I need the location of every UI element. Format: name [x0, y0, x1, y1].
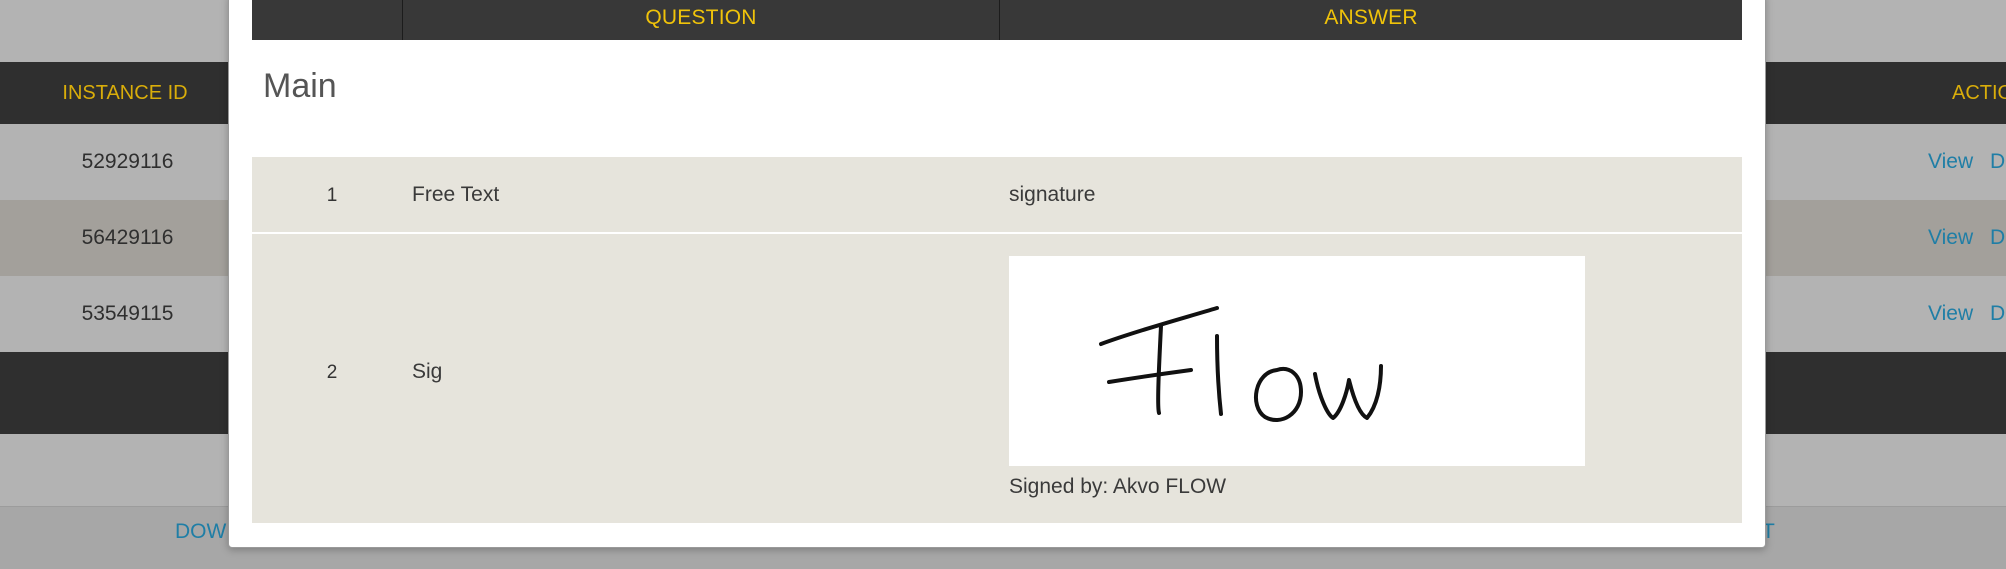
- download-link[interactable]: DOW: [175, 506, 226, 558]
- question-text: Sig: [412, 360, 443, 383]
- instance-id-cell: 52929116: [81, 150, 174, 173]
- view-link[interactable]: View: [1928, 200, 1973, 276]
- view-link[interactable]: View: [1928, 276, 1973, 352]
- instance-id-cell: 56429116: [81, 226, 174, 249]
- question-number: 1: [326, 185, 338, 206]
- signed-by-text: Signed by: Akvo FLOW: [1009, 475, 1227, 498]
- instance-id-cell: 53549115: [81, 302, 174, 325]
- delete-link[interactable]: D: [1990, 124, 2005, 200]
- question-row: 2 Sig Signed by: Akvo FLOW: [252, 234, 1742, 523]
- column-header-action: ACTIO: [1952, 81, 2006, 104]
- delete-link[interactable]: D: [1990, 276, 2005, 352]
- view-link[interactable]: View: [1928, 124, 1973, 200]
- question-row: 1 Free Text signature: [252, 157, 1742, 232]
- signature-drawing: [1099, 306, 1383, 422]
- column-header-answer: ANSWER: [1324, 5, 1418, 29]
- question-group-title: Main: [263, 67, 337, 105]
- question-text: Free Text: [412, 183, 500, 206]
- signature-image: [1009, 256, 1585, 466]
- column-header-instance-id[interactable]: INSTANCE ID: [0, 62, 250, 124]
- submission-detail-modal: QUESTION ANSWER Main 1 Free Text signatu…: [228, 0, 1766, 548]
- column-header-question: QUESTION: [645, 5, 757, 29]
- answer-text: signature: [1009, 183, 1096, 206]
- question-answer-header: QUESTION ANSWER: [252, 0, 1742, 40]
- question-number: 2: [326, 362, 338, 383]
- delete-link[interactable]: D: [1990, 200, 2005, 276]
